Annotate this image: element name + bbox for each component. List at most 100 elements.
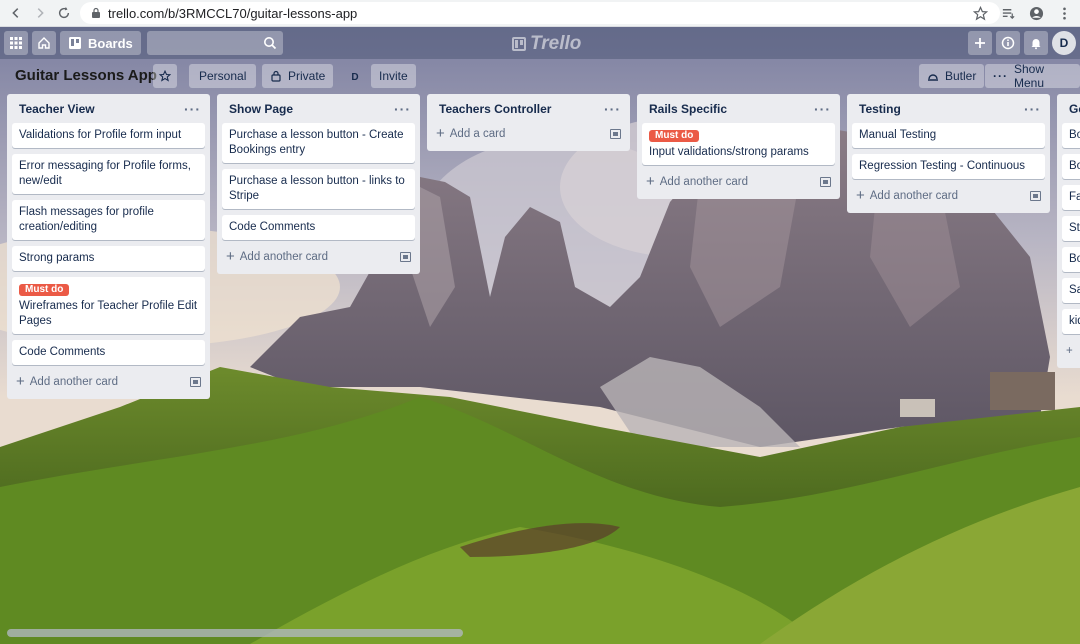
notifications-bell-icon[interactable]: [1024, 31, 1048, 55]
card[interactable]: Purchase a lesson button - Create Bookin…: [222, 123, 415, 163]
member-avatar[interactable]: D: [1052, 31, 1076, 55]
show-menu-button[interactable]: ··· Show Menu: [985, 62, 1080, 90]
card[interactable]: Error messaging for Profile forms, new/e…: [12, 154, 205, 194]
list-rails-specific: Rails Specific ··· Must do Input validat…: [637, 94, 840, 199]
card-title: Code Comments: [19, 346, 106, 358]
apps-icon[interactable]: [4, 31, 28, 55]
horizontal-scrollbar[interactable]: [7, 629, 463, 637]
search-icon: [263, 37, 276, 50]
card[interactable]: Manual Testing: [852, 123, 1045, 148]
card-title: kid - f: [1069, 315, 1080, 327]
add-card-button[interactable]: +: [1062, 340, 1080, 362]
list-header[interactable]: Teacher View ···: [12, 94, 205, 123]
browser-menu-icon[interactable]: [1052, 1, 1076, 25]
personal-button[interactable]: Personal: [189, 64, 257, 88]
list-header[interactable]: Show Page ···: [222, 94, 415, 123]
list-menu-icon[interactable]: ···: [814, 101, 831, 117]
add-card-button[interactable]: + Add another card: [852, 185, 1045, 207]
butler-button[interactable]: Butler: [919, 64, 985, 88]
card-title: Bo: [1069, 253, 1080, 265]
address-bar[interactable]: trello.com/b/3RMCCL70/guitar-lessons-app: [80, 2, 1000, 24]
add-card-label: +: [1066, 345, 1073, 357]
card-title: Error messaging for Profile forms, new/e…: [19, 160, 191, 187]
home-icon[interactable]: [32, 31, 56, 55]
card[interactable]: Strong params: [12, 246, 205, 271]
star-board-button[interactable]: [153, 64, 177, 88]
private-label: Private: [288, 69, 326, 83]
create-plus-icon[interactable]: [968, 31, 992, 55]
card[interactable]: Code Comments: [12, 340, 205, 365]
account-icon[interactable]: [1024, 1, 1048, 25]
card-title: Bo bo: [1069, 129, 1080, 141]
card[interactable]: Must do Input validations/strong params: [642, 123, 835, 165]
card[interactable]: Bo rel: [1062, 154, 1080, 179]
list-title: Teacher View: [19, 101, 95, 116]
reading-list-icon[interactable]: [996, 1, 1020, 25]
card-title: Wireframes for Teacher Profile Edit Page…: [19, 300, 198, 327]
card-label-must-do: Must do: [649, 130, 700, 142]
reload-icon[interactable]: [52, 1, 76, 25]
card[interactable]: Code Comments: [222, 215, 415, 240]
card-template-icon[interactable]: [400, 252, 411, 262]
list-teacher-view: Teacher View ··· Validations for Profile…: [7, 94, 210, 399]
card-title: Flash messages for profile creation/edit…: [19, 206, 154, 233]
card[interactable]: Bo: [1062, 247, 1080, 272]
list-teachers-controller: Teachers Controller ··· + Add a card: [427, 94, 630, 151]
boards-button[interactable]: Boards: [60, 31, 141, 55]
card[interactable]: Fa: [1062, 185, 1080, 210]
card-template-icon[interactable]: [610, 129, 621, 139]
list-partial: Ge Bo bo Bo rel Fa Str Bo Sa kid - f +: [1057, 94, 1080, 368]
add-card-label: Add another card: [29, 376, 118, 388]
card[interactable]: Regression Testing - Continuous: [852, 154, 1045, 179]
card[interactable]: kid - f: [1062, 309, 1080, 334]
plus-icon: +: [856, 187, 865, 204]
info-icon[interactable]: [996, 31, 1020, 55]
card-template-icon[interactable]: [820, 177, 831, 187]
card-template-icon[interactable]: [1030, 191, 1041, 201]
bookmark-star-icon[interactable]: [968, 1, 992, 25]
card[interactable]: Validations for Profile form input: [12, 123, 205, 148]
invite-button[interactable]: Invite: [371, 64, 416, 88]
visibility-button[interactable]: Private: [262, 64, 334, 88]
list-header[interactable]: Teachers Controller ···: [432, 94, 625, 123]
list-header[interactable]: Ge: [1062, 94, 1080, 123]
card-template-icon[interactable]: [190, 377, 201, 387]
list-menu-icon[interactable]: ···: [1024, 101, 1041, 117]
card[interactable]: Sa: [1062, 278, 1080, 303]
add-card-button[interactable]: + Add a card: [432, 123, 625, 145]
butler-icon: [928, 74, 938, 81]
board-member-avatar[interactable]: D: [344, 66, 366, 88]
show-menu-label: Show Menu: [1014, 62, 1045, 90]
add-card-button[interactable]: + Add another card: [642, 171, 835, 193]
card[interactable]: Purchase a lesson button - links to Stri…: [222, 169, 415, 209]
board-header: Guitar Lessons App Personal Private Invi…: [0, 60, 1080, 92]
card[interactable]: Bo bo: [1062, 123, 1080, 148]
list-header[interactable]: Testing ···: [852, 94, 1045, 123]
add-card-label: Add another card: [869, 190, 958, 202]
add-card-button[interactable]: + Add another card: [12, 371, 205, 393]
add-card-button[interactable]: + Add another card: [222, 246, 415, 268]
url-text: trello.com/b/3RMCCL70/guitar-lessons-app: [108, 5, 358, 21]
board-title[interactable]: Guitar Lessons App: [15, 67, 157, 84]
search-input[interactable]: [146, 31, 283, 55]
plus-icon: +: [436, 125, 445, 142]
personal-label: Personal: [199, 69, 247, 83]
lock-icon: [92, 7, 100, 18]
list-menu-icon[interactable]: ···: [394, 101, 411, 117]
card[interactable]: Str: [1062, 216, 1080, 241]
card-title: Manual Testing: [859, 129, 937, 141]
card-title: Regression Testing - Continuous: [859, 160, 1025, 172]
board-icon: [69, 37, 81, 49]
lock-icon: [271, 70, 281, 82]
trello-logo[interactable]: Trello: [512, 33, 581, 55]
card[interactable]: Must do Wireframes for Teacher Profile E…: [12, 277, 205, 334]
card-label-must-do: Must do: [19, 284, 70, 296]
forward-icon[interactable]: [28, 1, 52, 25]
boards-label: Boards: [88, 35, 133, 51]
back-icon[interactable]: [4, 1, 28, 25]
list-menu-icon[interactable]: ···: [604, 101, 621, 117]
list-header[interactable]: Rails Specific ···: [642, 94, 835, 123]
list-menu-icon[interactable]: ···: [184, 101, 201, 117]
card[interactable]: Flash messages for profile creation/edit…: [12, 200, 205, 240]
list-title: Show Page: [229, 101, 294, 116]
